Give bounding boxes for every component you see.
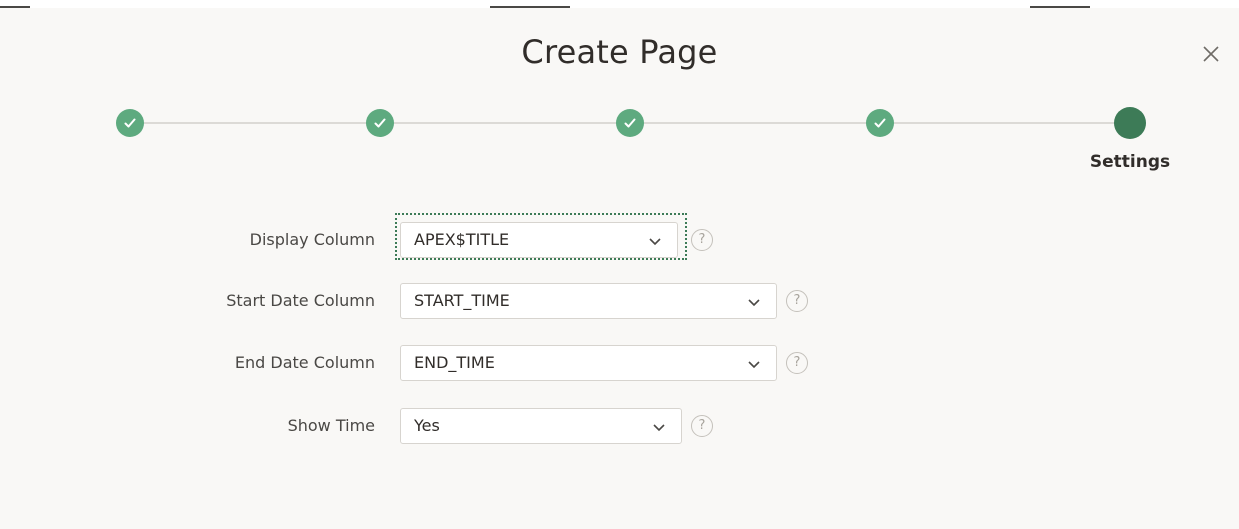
dialog-title: Create Page (521, 33, 718, 71)
check-icon (874, 118, 886, 128)
display-column-help-icon[interactable]: ? (691, 229, 713, 251)
display-column-value: APEX$TITLE (414, 230, 510, 249)
show-time-select[interactable]: Yes (400, 408, 682, 444)
show-time-help-icon[interactable]: ? (691, 415, 713, 437)
wizard-step-current (1114, 107, 1146, 139)
end-date-column-help-icon[interactable]: ? (786, 352, 808, 374)
show-time-label: Show Time (287, 416, 375, 435)
close-icon (1203, 46, 1219, 62)
wizard-step-3 (616, 109, 644, 137)
check-icon (124, 118, 136, 128)
show-time-value: Yes (414, 416, 440, 435)
wizard-step-1 (116, 109, 144, 137)
start-date-column-value: START_TIME (414, 291, 510, 310)
display-column-label: Display Column (249, 230, 375, 249)
show-time-row: Show Time Yes ? (0, 407, 1239, 445)
top-strip (0, 0, 1239, 8)
chevron-down-icon (653, 424, 665, 432)
start-date-column-select[interactable]: START_TIME (400, 283, 777, 319)
top-strip-segment (490, 6, 570, 8)
top-strip-segment (0, 6, 30, 8)
end-date-column-select[interactable]: END_TIME (400, 345, 777, 381)
end-date-column-label: End Date Column (234, 353, 375, 372)
start-date-column-help-icon[interactable]: ? (786, 290, 808, 312)
check-icon (624, 118, 636, 128)
end-date-column-value: END_TIME (414, 353, 495, 372)
top-strip-segment (1030, 6, 1090, 8)
end-date-column-row: End Date Column END_TIME ? (0, 344, 1239, 382)
wizard-step-label: Settings (1089, 152, 1171, 172)
display-column-row: Display Column APEX$TITLE ? (0, 221, 1239, 259)
chevron-down-icon (748, 361, 760, 369)
start-date-column-label: Start Date Column (226, 291, 375, 310)
check-icon (374, 118, 386, 128)
wizard-step-2 (366, 109, 394, 137)
display-column-select[interactable]: APEX$TITLE (400, 222, 678, 258)
close-button[interactable] (1198, 41, 1224, 67)
start-date-column-row: Start Date Column START_TIME ? (0, 282, 1239, 320)
chevron-down-icon (748, 299, 760, 307)
chevron-down-icon (649, 238, 661, 246)
wizard-step-4 (866, 109, 894, 137)
